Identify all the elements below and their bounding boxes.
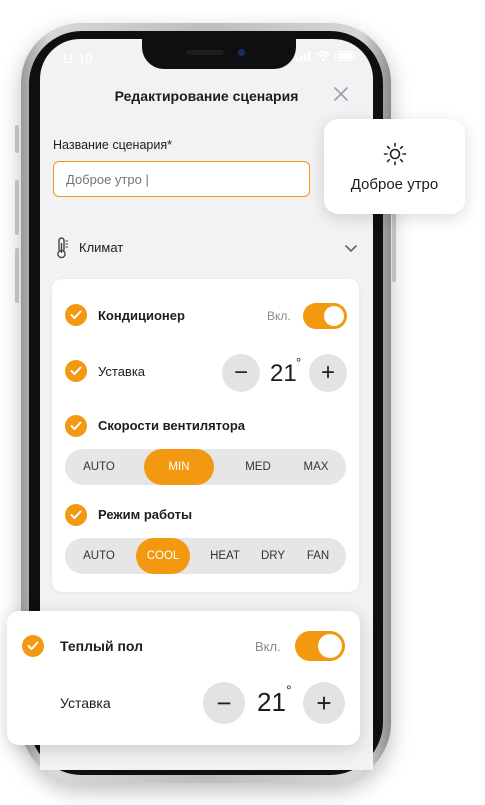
floor-label: Теплый пол <box>60 638 143 654</box>
floor-on-label: Вкл. <box>255 639 281 654</box>
mode-label: Режим работы <box>98 507 193 522</box>
thermometer-icon <box>57 237 68 259</box>
ac-temp-decrease-button[interactable]: − <box>222 354 260 392</box>
climate-section-header[interactable]: Климат <box>53 237 358 259</box>
ac-degree: ° <box>296 355 302 370</box>
fan-option-min[interactable]: MIN <box>144 449 214 485</box>
ac-setpoint-label: Уставка <box>98 364 146 379</box>
scenario-name-card: Доброе утро <box>324 119 465 214</box>
floor-temp-decrease-button[interactable]: − <box>203 682 245 724</box>
phone-camera <box>238 49 245 56</box>
fan-option-max[interactable]: MAX <box>291 449 341 485</box>
ac-toggle[interactable] <box>303 303 347 329</box>
chevron-down-icon[interactable] <box>345 245 357 253</box>
toggle-knob <box>318 634 342 658</box>
check-icon <box>70 310 82 319</box>
check-icon <box>70 510 82 519</box>
fan-option-auto[interactable]: AUTO <box>65 449 133 485</box>
ac-checkbox[interactable] <box>65 304 87 326</box>
floor-temp-value: 21 <box>257 687 286 717</box>
battery-icon <box>335 51 357 61</box>
side-button-volume-up <box>15 180 19 235</box>
scenario-name-preview: Доброе утро <box>350 176 439 193</box>
mode-selector: AUTO COOL HEAT DRY FAN <box>65 538 346 574</box>
floor-degree: ° <box>286 682 292 698</box>
mode-option-auto[interactable]: AUTO <box>71 538 127 574</box>
floor-checkbox[interactable] <box>22 635 44 657</box>
mode-checkbox[interactable] <box>65 504 87 526</box>
mode-option-dry[interactable]: DRY <box>251 538 295 574</box>
scenario-name-input[interactable] <box>53 161 310 197</box>
phone-speaker <box>186 50 224 55</box>
check-icon <box>70 421 82 430</box>
side-button-volume-down <box>15 248 19 303</box>
sun-icon <box>383 142 407 166</box>
fan-option-med[interactable]: MED <box>225 449 291 485</box>
warm-floor-card: Теплый пол Вкл. Уставка − 21 ° + <box>7 611 360 745</box>
setpoint-checkbox[interactable] <box>65 360 87 382</box>
climate-label: Климат <box>79 240 124 255</box>
mode-option-cool[interactable]: COOL <box>136 538 190 574</box>
status-time: 11:10 <box>61 51 93 66</box>
ac-label: Кондиционер <box>98 308 185 323</box>
fan-speed-selector: AUTO MIN MED MAX <box>65 449 346 485</box>
wifi-icon <box>316 51 330 61</box>
sheet-title: Редактирование сценария <box>114 88 299 104</box>
name-field-label: Название сценария* <box>53 138 172 152</box>
mode-option-fan[interactable]: FAN <box>295 538 341 574</box>
floor-setpoint-label: Уставка <box>60 695 111 711</box>
ac-temp-value: 21 <box>270 360 297 387</box>
side-button-mute <box>15 125 19 153</box>
ac-card: Кондиционер Вкл. Уставка − 21 ° + Скорос… <box>52 279 359 592</box>
close-icon[interactable] <box>332 85 350 103</box>
toggle-knob <box>324 306 344 326</box>
mode-option-heat[interactable]: HEAT <box>199 538 251 574</box>
status-icons <box>296 51 357 61</box>
check-icon <box>27 641 39 650</box>
check-icon <box>70 366 82 375</box>
ac-on-label: Вкл. <box>267 309 291 323</box>
signal-icon <box>296 51 311 61</box>
fan-speed-label: Скорости вентилятора <box>98 418 245 433</box>
floor-toggle[interactable] <box>295 631 345 661</box>
fan-checkbox[interactable] <box>65 415 87 437</box>
ac-temp-increase-button[interactable]: + <box>309 354 347 392</box>
floor-temp-increase-button[interactable]: + <box>303 682 345 724</box>
